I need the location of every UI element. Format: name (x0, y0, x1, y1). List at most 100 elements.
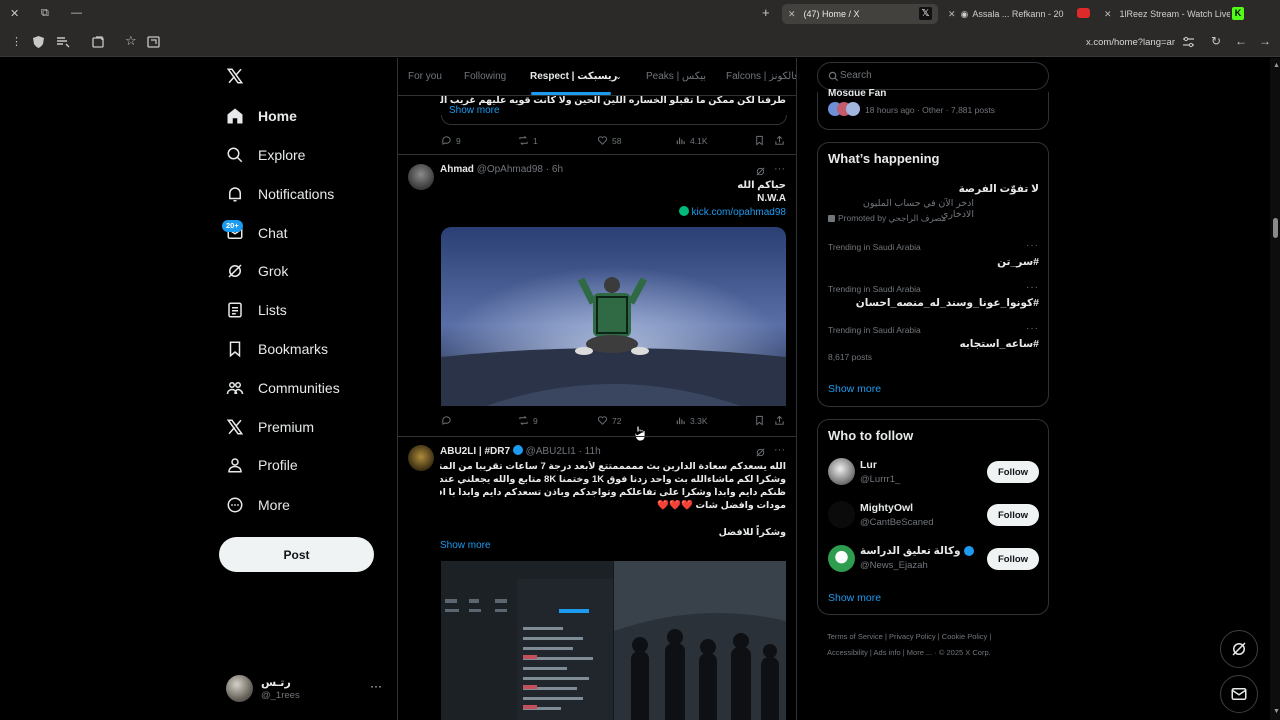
new-tab-button[interactable]: + (762, 6, 770, 19)
author-name[interactable]: Ahmad (440, 164, 474, 175)
follow-button[interactable]: Follow (987, 548, 1039, 570)
tab-assala[interactable]: ✕ ◉ Assala ... Refkann - 2020 | ... (944, 4, 1094, 24)
footer-link[interactable]: More ... (907, 648, 932, 657)
trend-name[interactable]: #ساعه_استجابه (828, 338, 1039, 350)
scroll-up-icon[interactable]: ▲ (1273, 62, 1280, 69)
scroll-down-icon[interactable]: ▼ (1273, 708, 1280, 715)
tweet-time[interactable]: · 11h (579, 446, 601, 457)
back-icon[interactable]: ← (1235, 35, 1247, 47)
x-logo-icon[interactable] (226, 67, 244, 85)
tab-close-icon[interactable]: ✕ (948, 9, 956, 20)
nav-more[interactable]: More (226, 490, 290, 520)
repost-button[interactable]: 9 (518, 415, 538, 426)
share-icon[interactable] (774, 135, 785, 146)
tab-following[interactable]: Following (464, 71, 506, 82)
views-button[interactable]: 3.3K (675, 415, 708, 426)
avatar[interactable] (408, 164, 434, 190)
footer-link[interactable]: Privacy Policy (889, 632, 936, 641)
avatar[interactable] (828, 545, 855, 572)
menu-icon[interactable]: ⋮ (11, 36, 22, 48)
bookmark-icon[interactable] (754, 415, 765, 426)
views-button[interactable]: 4.1K (675, 135, 708, 146)
reader-icon[interactable] (56, 36, 70, 48)
suggestion-name[interactable]: MightyOwl (860, 502, 913, 514)
tab-respect[interactable]: Respect | ريسبكت (530, 71, 617, 82)
grok-icon[interactable] (755, 447, 766, 458)
footer-link[interactable]: Cookie Policy (942, 632, 987, 641)
more-dots-icon[interactable]: ··· (1026, 240, 1039, 251)
promo-title[interactable]: لا تفوّت الفرصة (828, 183, 1039, 195)
show-more-link[interactable]: Show more (828, 592, 881, 604)
tweet-time[interactable]: · 6h (546, 164, 563, 175)
tab-peaks[interactable]: Peaks | بيكس (646, 71, 706, 82)
post-button[interactable]: Post (219, 537, 374, 572)
more-dots-icon[interactable]: ··· (1026, 282, 1039, 293)
footer-link[interactable]: Accessibility (827, 648, 868, 657)
site-settings-icon[interactable] (1182, 36, 1195, 48)
author-name[interactable]: ABU2LI | #DR7 (440, 446, 510, 457)
repost-button[interactable]: 1 (518, 135, 538, 146)
nav-communities[interactable]: Communities (226, 373, 340, 403)
grok-floating-button[interactable] (1220, 630, 1258, 668)
avatar[interactable] (828, 501, 855, 528)
forward-icon[interactable]: → (1259, 35, 1271, 47)
reply-button[interactable] (441, 415, 456, 426)
author-handle[interactable]: @ABU2LI1 (526, 446, 576, 457)
avatar[interactable] (828, 458, 855, 485)
search-box[interactable]: Search (817, 62, 1049, 90)
scrollbar[interactable]: ▲ ▼ (1270, 58, 1280, 720)
share-icon[interactable] (774, 415, 785, 426)
bookmark-icon[interactable] (754, 135, 765, 146)
avatar[interactable] (408, 445, 434, 471)
trend-name[interactable]: #سر_تن (828, 256, 1039, 268)
minimize-window-icon[interactable]: — (71, 7, 82, 19)
suggestion-name[interactable]: Lur (860, 459, 877, 471)
nav-profile[interactable]: Profile (226, 450, 298, 480)
grok-icon[interactable] (755, 166, 766, 177)
follow-button[interactable]: Follow (987, 504, 1039, 526)
maximize-window-icon[interactable]: ⧉ (41, 7, 49, 19)
tab-for-you[interactable]: For you (408, 71, 442, 82)
tweet-image[interactable] (441, 561, 786, 720)
tweet-link[interactable]: kick.com/opahmad98 (692, 207, 787, 218)
nav-lists[interactable]: Lists (226, 295, 287, 325)
like-button[interactable]: 58 (597, 135, 621, 146)
tab-falcons[interactable]: Falcons | فالكونز (726, 71, 796, 82)
show-more-link[interactable]: Show more (440, 540, 491, 551)
close-window-icon[interactable]: ✕ (10, 8, 19, 20)
nav-explore[interactable]: Explore (226, 140, 305, 170)
follow-button[interactable]: Follow (987, 461, 1039, 483)
messages-floating-button[interactable] (1220, 675, 1258, 713)
screenshot-icon[interactable] (147, 36, 160, 48)
more-dots-icon[interactable]: ··· (1026, 323, 1039, 334)
extensions-icon[interactable] (92, 36, 105, 48)
trend-name[interactable]: #كونوا_عونا_وسند_له_منصه_احسان (828, 297, 1039, 309)
tab-close-icon[interactable]: ✕ (788, 9, 796, 20)
suggestion-name-row[interactable]: وكالة تعليق الدراسة (860, 545, 974, 557)
tab-close-icon[interactable]: ✕ (1104, 9, 1112, 20)
tab-x-home[interactable]: ✕ (47) Home / X 𝕏 (782, 4, 938, 24)
footer-link[interactable]: Ads info (874, 648, 901, 657)
search-input[interactable]: Search (840, 70, 872, 81)
like-button[interactable]: 72 (597, 415, 621, 426)
nav-notifications[interactable]: Notifications (226, 179, 334, 209)
tweet-image[interactable] (441, 227, 786, 406)
tab-kick-stream[interactable]: ✕ 1lReez Stream - Watch Live on K (1100, 4, 1250, 24)
account-switcher[interactable]: رتـس @_1rees ··· (226, 674, 384, 704)
more-dots-icon[interactable]: ··· (370, 679, 382, 693)
more-dots-icon[interactable]: ··· (774, 444, 785, 456)
nav-home[interactable]: Home (226, 101, 297, 131)
more-dots-icon[interactable]: ··· (774, 163, 785, 175)
chevron-down-icon[interactable]: ⌄ (615, 72, 622, 81)
footer-link[interactable]: Terms of Service (827, 632, 883, 641)
shield-icon[interactable] (32, 35, 45, 49)
show-more-link[interactable]: Show more (828, 383, 881, 395)
author-handle[interactable]: @OpAhmad98 (477, 164, 543, 175)
address-bar[interactable]: x.com/home?lang=ar (1086, 37, 1175, 48)
reload-icon[interactable]: ↻ (1211, 35, 1221, 47)
scrollbar-thumb[interactable] (1273, 218, 1278, 238)
nav-bookmarks[interactable]: Bookmarks (226, 334, 328, 364)
reply-button[interactable]: 9 (441, 135, 461, 146)
nav-premium[interactable]: Premium (226, 412, 314, 442)
community-card[interactable]: Mosque Fan 18 hours ago · Other · 7,881 … (817, 88, 1049, 130)
